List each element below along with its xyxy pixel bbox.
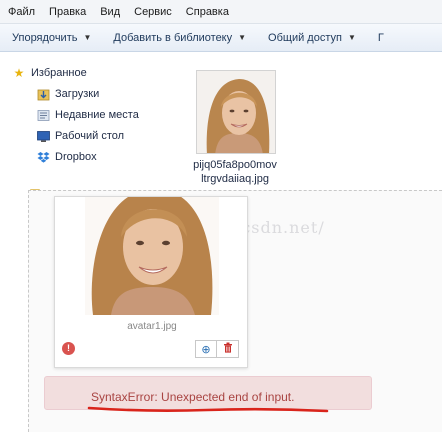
- nav-item-dropbox[interactable]: Dropbox: [36, 148, 97, 166]
- file-caption: avatar1.jpg: [127, 321, 177, 332]
- file-name[interactable]: pijq05fa8po0mov ltrgvdaiiaq.jpg: [176, 158, 294, 186]
- error-detail: Unexpected end of input.: [161, 390, 295, 404]
- downloads-icon: [36, 87, 50, 101]
- portrait-image: [85, 197, 219, 315]
- dropbox-icon: [36, 150, 50, 164]
- desktop-icon: [36, 129, 50, 143]
- add-to-library-label: Добавить в библиотеку: [113, 31, 233, 44]
- error-type: SyntaxError:: [91, 390, 158, 404]
- menu-bar: Файл Правка Вид Сервис Справка: [0, 0, 442, 24]
- nav-item-label: Dropbox: [55, 151, 97, 163]
- add-to-library-button[interactable]: Добавить в библиотеку ▼: [113, 32, 246, 44]
- menu-help[interactable]: Справка: [186, 6, 229, 18]
- menu-tools[interactable]: Сервис: [134, 6, 172, 18]
- upload-button[interactable]: ⊕: [195, 340, 217, 358]
- portrait-image: [197, 71, 275, 153]
- nav-item-recent-places[interactable]: Недавние места: [36, 106, 139, 124]
- toolbar-overflow-button[interactable]: Г: [378, 32, 384, 44]
- nav-favorites-label: Избранное: [31, 67, 87, 79]
- nav-item-desktop[interactable]: Рабочий стол: [36, 127, 124, 145]
- trash-icon: [223, 342, 233, 356]
- navigation-pane: ★ Избранное Загрузки Недавние места Рабо…: [0, 52, 160, 192]
- file-name-line-1: pijq05fa8po0mov: [193, 159, 277, 171]
- nav-item-label: Рабочий стол: [55, 130, 125, 142]
- chevron-down-icon: ▼: [83, 33, 92, 42]
- nav-item-downloads[interactable]: Загрузки: [36, 85, 99, 103]
- avatar-preview-image: [85, 197, 219, 315]
- nav-item-label: Недавние места: [55, 109, 139, 121]
- organize-label: Упорядочить: [12, 31, 78, 44]
- star-icon: ★: [13, 66, 25, 80]
- file-name-line-2: ltrgvdaiiaq.jpg: [201, 173, 269, 185]
- organize-button[interactable]: Упорядочить ▼: [12, 32, 91, 44]
- error-icon: !: [62, 342, 75, 355]
- command-toolbar: Упорядочить ▼ Добавить в библиотеку ▼ Об…: [0, 24, 442, 52]
- share-label: Общий доступ: [268, 31, 342, 44]
- recent-places-icon: [36, 108, 50, 122]
- remove-button[interactable]: [217, 340, 239, 358]
- upload-icon: ⊕: [201, 343, 211, 356]
- file-preview-card: avatar1.jpg ! ⊕: [54, 196, 248, 368]
- nav-item-label: Загрузки: [55, 88, 100, 100]
- chevron-down-icon: ▼: [347, 33, 356, 42]
- menu-view[interactable]: Вид: [100, 6, 120, 18]
- chevron-down-icon: ▼: [238, 33, 247, 42]
- error-alert: SyntaxError: Unexpected end of input.: [44, 376, 372, 413]
- menu-edit[interactable]: Правка: [49, 6, 86, 18]
- file-thumbnail[interactable]: [196, 70, 276, 154]
- nav-favorites[interactable]: ★ Избранное: [12, 64, 87, 82]
- file-actions: ⊕: [195, 340, 239, 358]
- error-message: SyntaxError: Unexpected end of input.: [91, 390, 294, 404]
- red-underline-annotation: [87, 406, 329, 413]
- share-button[interactable]: Общий доступ ▼: [268, 32, 356, 44]
- menu-file[interactable]: Файл: [8, 6, 35, 18]
